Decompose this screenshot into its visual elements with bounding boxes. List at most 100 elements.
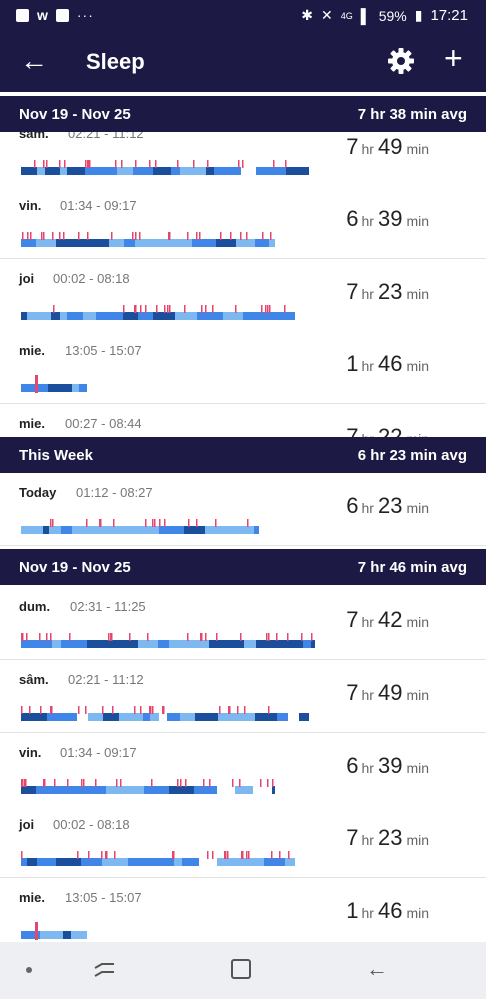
- awake-marker: [115, 160, 117, 168]
- sleep-log-row[interactable]: vin. 01:34 - 09:17 6 hr 39 min: [0, 733, 486, 806]
- sleep-stage-segment: [132, 786, 144, 794]
- sleep-stage-segment: [49, 526, 61, 534]
- sleep-stage-segment: [143, 713, 150, 721]
- sleep-stage-segment: [144, 786, 169, 794]
- sleep-stage-segment: [195, 713, 218, 721]
- sleep-log-row[interactable]: Today 01:12 - 08:27 6 hr 23 min: [0, 473, 486, 546]
- awake-marker: [152, 706, 154, 714]
- sleep-stage-segment: [236, 239, 242, 247]
- sleep-log-list[interactable]: Nov 19 - Nov 25 7 hr 38 min avg sâm. 02:…: [0, 96, 486, 942]
- system-nav-bar: ←: [0, 942, 486, 999]
- log-day: vin.: [19, 198, 42, 213]
- awake-marker: [267, 779, 269, 787]
- log-time: 01:34 - 09:17: [60, 198, 137, 213]
- status-bar: w ··· ✱ ✕ 4G ▌ 59% ▮ 17:21: [0, 0, 486, 32]
- plus-icon[interactable]: +: [444, 42, 463, 74]
- awake-marker: [108, 633, 110, 641]
- awake-marker: [235, 305, 237, 313]
- sleep-stage-segment: [235, 713, 255, 721]
- awake-marker: [135, 232, 137, 240]
- awake-marker: [85, 160, 87, 168]
- week-header: This Week 6 hr 23 min avg: [0, 437, 486, 473]
- sleep-stage-segment: [75, 858, 81, 866]
- sleep-stage-segment: [108, 312, 117, 320]
- sleep-log-row[interactable]: dum. 02:31 - 11:25 7 hr 42 min: [0, 587, 486, 660]
- sleep-log-row[interactable]: vin. 01:34 - 09:17 6 hr 39 min: [0, 186, 486, 259]
- network-label: 4G: [340, 10, 353, 21]
- sleep-stage-segment: [79, 786, 106, 794]
- awake-marker: [287, 633, 289, 641]
- sleep-stage-segment: [256, 640, 273, 648]
- sleep-stage-segment: [21, 312, 27, 320]
- sleep-stage-segment: [47, 713, 56, 721]
- sleep-stage-segment: [63, 931, 71, 939]
- gear-icon[interactable]: [386, 46, 416, 76]
- sleep-stage-segment: [130, 312, 138, 320]
- awake-marker: [156, 305, 158, 313]
- sleep-log-row[interactable]: joi 00:02 - 08:18 7 hr 23 min: [0, 259, 486, 332]
- awake-marker: [85, 706, 87, 714]
- sleep-stages-chart: [21, 779, 275, 794]
- log-duration: 6 hr 39 min: [346, 206, 429, 231]
- sleep-stage-segment: [197, 312, 223, 320]
- log-time: 00:02 - 08:18: [53, 271, 130, 286]
- sleep-stage-segment: [124, 239, 135, 247]
- awake-marker: [240, 633, 242, 641]
- sleep-log-row[interactable]: joi 00:02 - 08:18 7 hr 23 min: [0, 805, 486, 878]
- dot-icon[interactable]: [26, 967, 32, 973]
- recent-apps-icon[interactable]: [92, 959, 118, 981]
- home-icon[interactable]: [231, 959, 251, 979]
- awake-marker: [39, 633, 41, 641]
- sleep-stage-segment: [254, 526, 259, 534]
- log-duration: 1 hr 46 min: [346, 351, 429, 376]
- awake-marker: [54, 779, 56, 787]
- sleep-stage-segment: [42, 786, 57, 794]
- sleep-stage-segment: [87, 640, 113, 648]
- awake-marker: [59, 160, 61, 168]
- sleep-log-row[interactable]: mie. 13:05 - 15:07 1 hr 46 min: [0, 331, 486, 404]
- awake-marker: [30, 232, 32, 240]
- awake-marker: [111, 633, 113, 641]
- log-day: dum.: [19, 599, 51, 614]
- sleep-stage-segment: [56, 239, 69, 247]
- more-icon: ···: [76, 7, 94, 23]
- sleep-stage-segment: [97, 167, 117, 175]
- awake-marker: [134, 706, 136, 714]
- sleep-stage-segment: [216, 239, 236, 247]
- sleep-stage-segment: [45, 167, 60, 175]
- awake-marker: [184, 305, 186, 313]
- awake-marker: [228, 706, 230, 714]
- log-time: 02:21 - 11:12: [68, 672, 144, 687]
- awake-marker: [238, 160, 240, 168]
- sleep-stage-segment: [180, 167, 206, 175]
- awake-marker: [140, 706, 142, 714]
- log-time: 02:31 - 11:25: [70, 599, 146, 614]
- awake-marker: [247, 519, 249, 527]
- back-icon[interactable]: ←: [366, 956, 388, 982]
- awake-marker: [26, 633, 28, 641]
- sleep-stage-segment: [239, 858, 264, 866]
- sleep-stage-segment: [253, 786, 272, 794]
- awake-marker: [63, 232, 65, 240]
- sleep-stage-segment: [21, 384, 48, 392]
- w-icon: w: [37, 7, 48, 23]
- sleep-stage-segment: [174, 858, 182, 866]
- sleep-stage-segment: [88, 526, 107, 534]
- awake-marker: [268, 633, 270, 641]
- awake-marker: [43, 160, 45, 168]
- week-average: 7 hr 38 min avg: [357, 106, 467, 123]
- sleep-stage-segment: [256, 167, 274, 175]
- awake-marker: [232, 779, 234, 787]
- awake-marker: [43, 232, 45, 240]
- awake-marker: [145, 305, 147, 313]
- sleep-stages-chart: [21, 519, 259, 534]
- sleep-stage-segment: [182, 858, 199, 866]
- sleep-log-row[interactable]: mie. 13:05 - 15:07 1 hr 46 min: [0, 878, 486, 942]
- back-arrow-icon[interactable]: ←: [20, 46, 48, 76]
- awake-marker: [266, 633, 268, 641]
- awake-marker: [279, 851, 281, 859]
- week-range: Nov 19 - Nov 25: [19, 106, 131, 123]
- sleep-log-row[interactable]: sâm. 02:21 - 11:12 7 hr 49 min: [0, 660, 486, 733]
- sleep-stage-segment: [52, 640, 61, 648]
- awake-marker: [169, 232, 171, 240]
